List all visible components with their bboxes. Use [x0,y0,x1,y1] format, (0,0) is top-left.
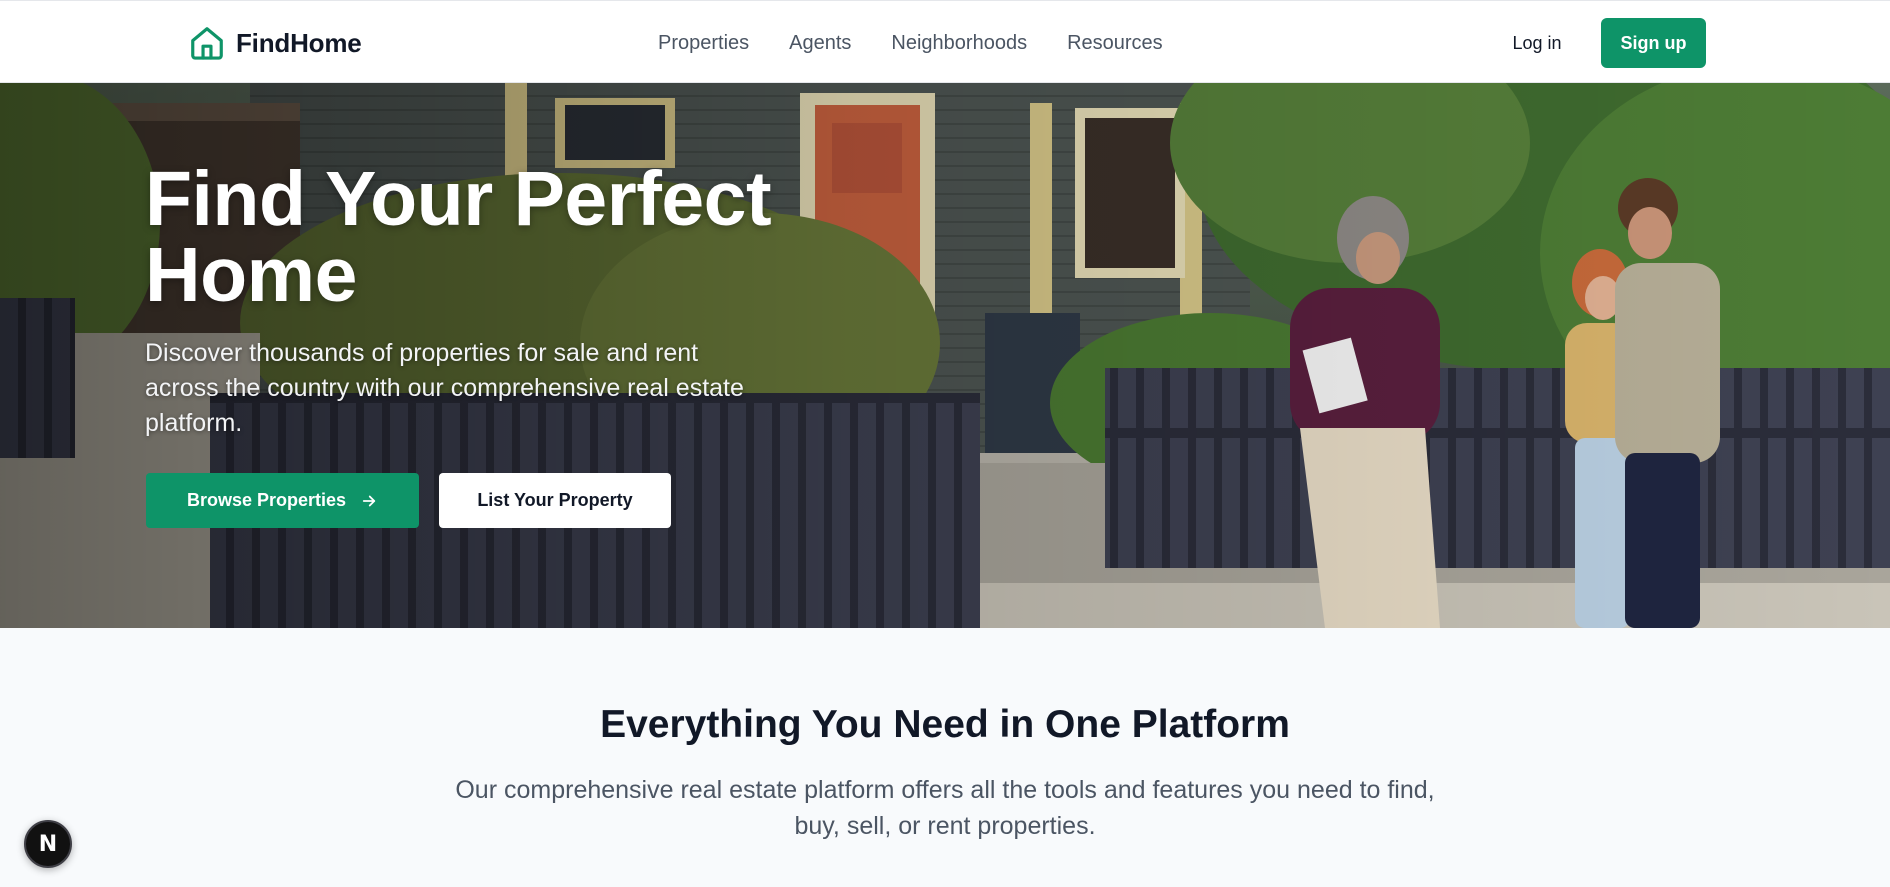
nav-resources[interactable]: Resources [1067,32,1163,55]
hero-section: Find Your Perfect Home Discover thousand… [0,83,1890,628]
hero-title-line-2: Home [145,232,357,318]
hero-subtitle: Discover thousands of properties for sal… [145,339,744,437]
nextjs-badge-letter: N [38,831,58,857]
features-subtitle: Our comprehensive real estate platform o… [455,776,1435,840]
arrow-right-icon [362,495,376,506]
features-title: Everything You Need in One Platform [600,703,1290,746]
brand-name: FindHome [236,27,362,58]
nav-agents[interactable]: Agents [789,32,851,55]
nav-neighborhoods[interactable]: Neighborhoods [891,32,1027,55]
site-header: FindHome Properties Agents Neighborhoods… [0,0,1890,83]
nextjs-dev-badge[interactable]: N [24,820,72,868]
login-button[interactable]: Log in [1500,23,1574,63]
house-icon [191,27,223,60]
browse-properties-button[interactable]: Browse Properties [146,473,419,528]
browse-properties-label: Browse Properties [186,490,347,510]
hero-title: Find Your Perfect Home [145,161,845,314]
hero-title-line-1: Find Your Perfect [145,156,772,242]
list-your-property-button[interactable]: List Your Property [439,473,671,528]
signup-button[interactable]: Sign up [1601,18,1706,68]
main-nav: Properties Agents Neighborhoods Resource… [658,23,1163,63]
brand-logo-link[interactable]: FindHome [188,23,362,63]
nav-properties[interactable]: Properties [658,32,749,55]
